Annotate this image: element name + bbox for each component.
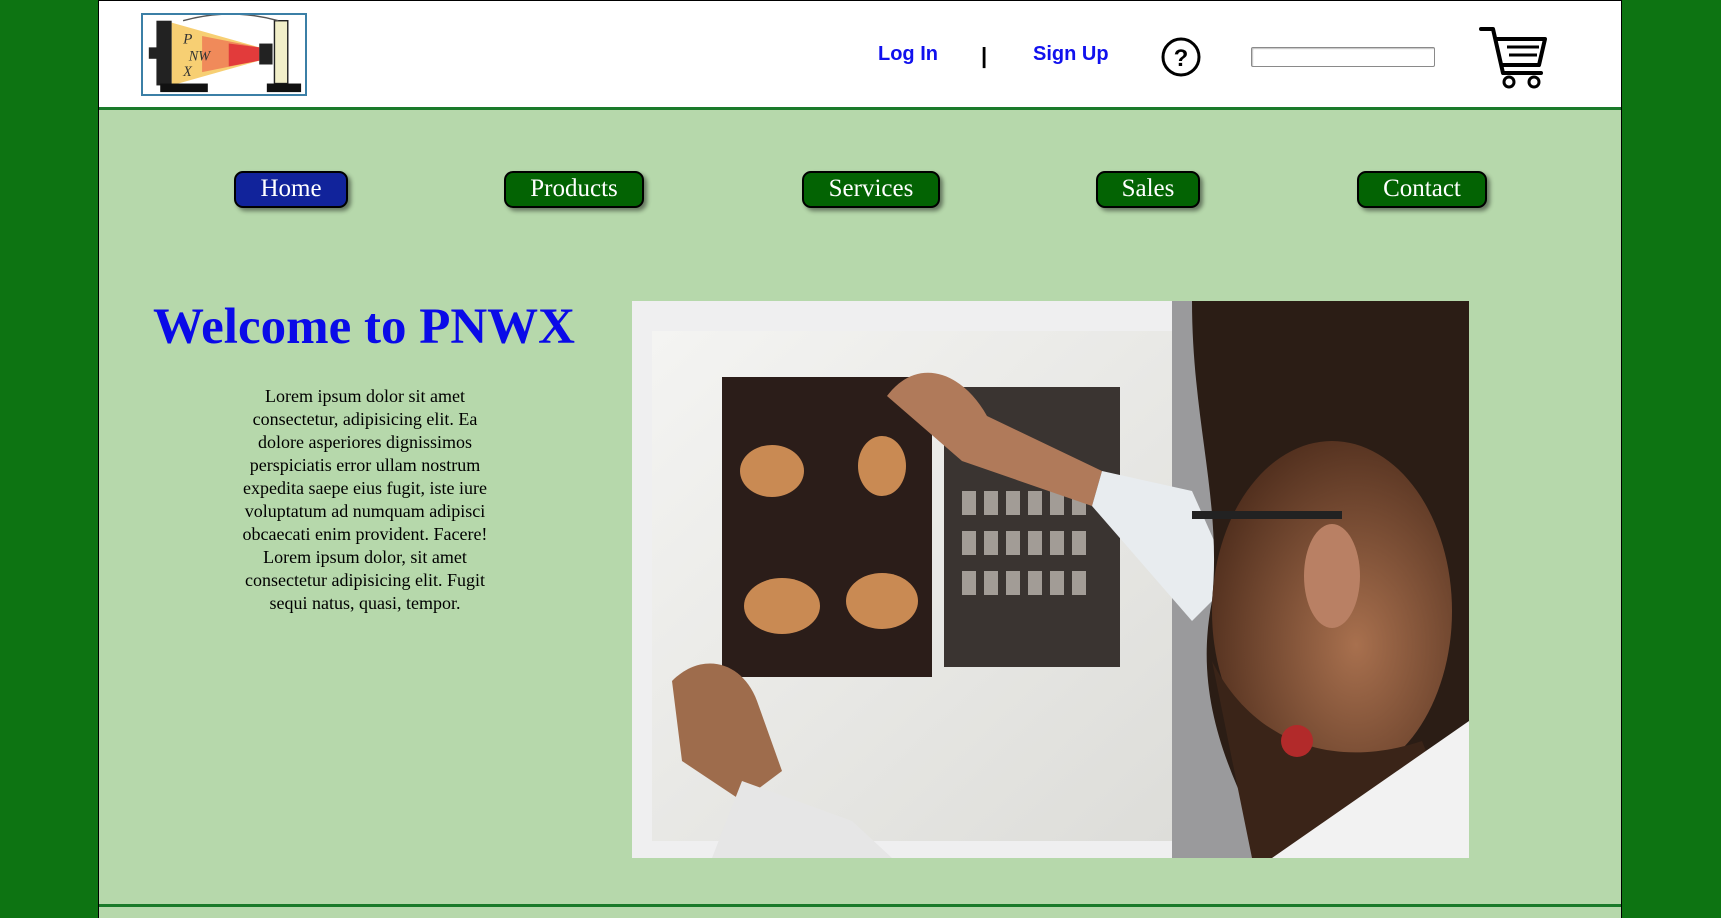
svg-text:NW: NW [188,49,212,65]
svg-text:P: P [182,31,192,48]
pnwx-logo[interactable]: P NW X [141,13,307,96]
footer-divider [99,904,1621,907]
nav-services-button[interactable]: Services [802,171,940,208]
shopping-cart-icon[interactable] [1479,25,1549,89]
intro-text: Lorem ipsum dolor sit amet consectetur, … [242,386,488,613]
nav-products-button[interactable]: Products [504,171,644,208]
page: P NW X Log In | Sign Up ? Home Products … [98,0,1622,918]
help-icon[interactable]: ? [1160,36,1202,78]
signup-link[interactable]: Sign Up [1033,43,1109,66]
svg-text:X: X [182,64,193,80]
search-input[interactable] [1251,47,1435,67]
svg-text:?: ? [1174,45,1189,72]
auth-separator: | [981,43,988,68]
nav-home-button[interactable]: Home [234,171,348,208]
hero-image [632,301,1469,858]
page-title: Welcome to PNWX [152,299,576,355]
login-link[interactable]: Log In [878,43,938,66]
nav-sales-button[interactable]: Sales [1096,171,1200,208]
nav-contact-button[interactable]: Contact [1357,171,1487,208]
header: P NW X Log In | Sign Up ? [99,0,1621,110]
